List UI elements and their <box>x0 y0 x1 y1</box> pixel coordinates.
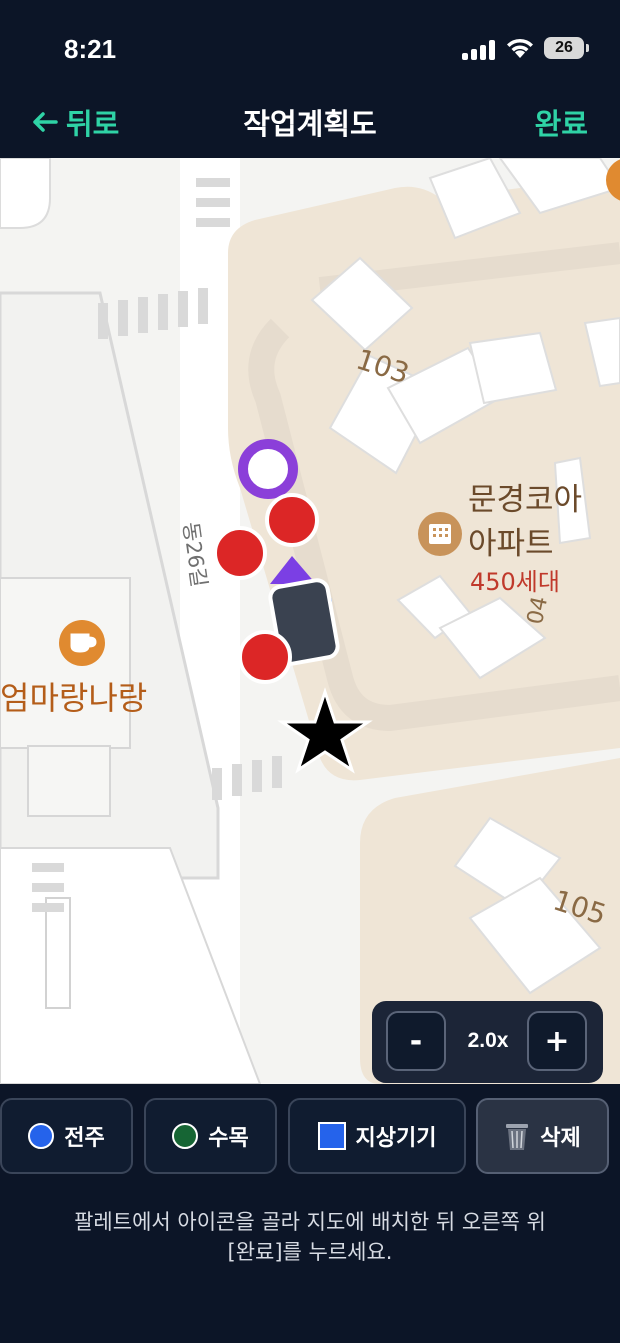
help-line-1: 팔레트에서 아이콘을 골라 지도에 배치한 뒤 오른쪽 위 <box>74 1210 546 1234</box>
status-time: 8:21 <box>64 34 117 64</box>
blue-square-icon <box>317 1122 346 1150</box>
palette-pole-button[interactable]: 전주 <box>0 1098 133 1174</box>
icon-palette: 전주 수목 지상기기 삭제 <box>0 1084 620 1184</box>
apartment-name-line2: 아파트 <box>468 526 554 562</box>
cellular-signal-icon <box>462 40 496 60</box>
zoom-level: 2.0x <box>467 1029 509 1052</box>
zoom-control: - 2.0x + <box>372 1001 603 1083</box>
map-canvas[interactable]: 103 105 04 문경코아 아파트 450세대 엄마랑나랑 동26길 <box>0 158 620 1084</box>
palette-delete-button[interactable]: 삭제 <box>476 1098 609 1174</box>
palette-tree-button[interactable]: 수목 <box>144 1098 277 1174</box>
palette-ground-equipment-label: 지상기기 <box>355 1126 437 1151</box>
cafe-name: 엄마랑나랑 <box>0 679 148 717</box>
status-bar: 8:21 26 <box>0 0 620 95</box>
blue-circle-icon <box>28 1123 55 1149</box>
palette-tree-label: 수목 <box>208 1126 249 1151</box>
page-title: 작업계획도 <box>243 107 377 141</box>
palette-pole-label: 전주 <box>64 1126 105 1151</box>
done-button[interactable]: 완료 <box>535 101 588 143</box>
apartment-units: 450세대 <box>470 568 560 596</box>
zoom-out-button[interactable]: - <box>386 1011 446 1071</box>
help-line-2: [완료]를 누르세요. <box>227 1240 393 1264</box>
battery-icon: 26 <box>544 37 584 59</box>
wifi-icon <box>507 38 533 58</box>
palette-delete-label: 삭제 <box>540 1126 581 1151</box>
battery-nub <box>586 44 589 52</box>
apartment-name-line1: 문경코아 <box>468 482 583 518</box>
trash-icon <box>506 1124 529 1150</box>
help-text: 팔레트에서 아이콘을 골라 지도에 배치한 뒤 오른쪽 위 [완료]를 누르세요… <box>0 1207 620 1267</box>
palette-ground-equipment-button[interactable]: 지상기기 <box>288 1098 466 1174</box>
zoom-in-button[interactable]: + <box>527 1011 587 1071</box>
nav-bar: 뒤로 작업계획도 완료 <box>0 95 620 157</box>
green-circle-icon <box>172 1123 199 1149</box>
